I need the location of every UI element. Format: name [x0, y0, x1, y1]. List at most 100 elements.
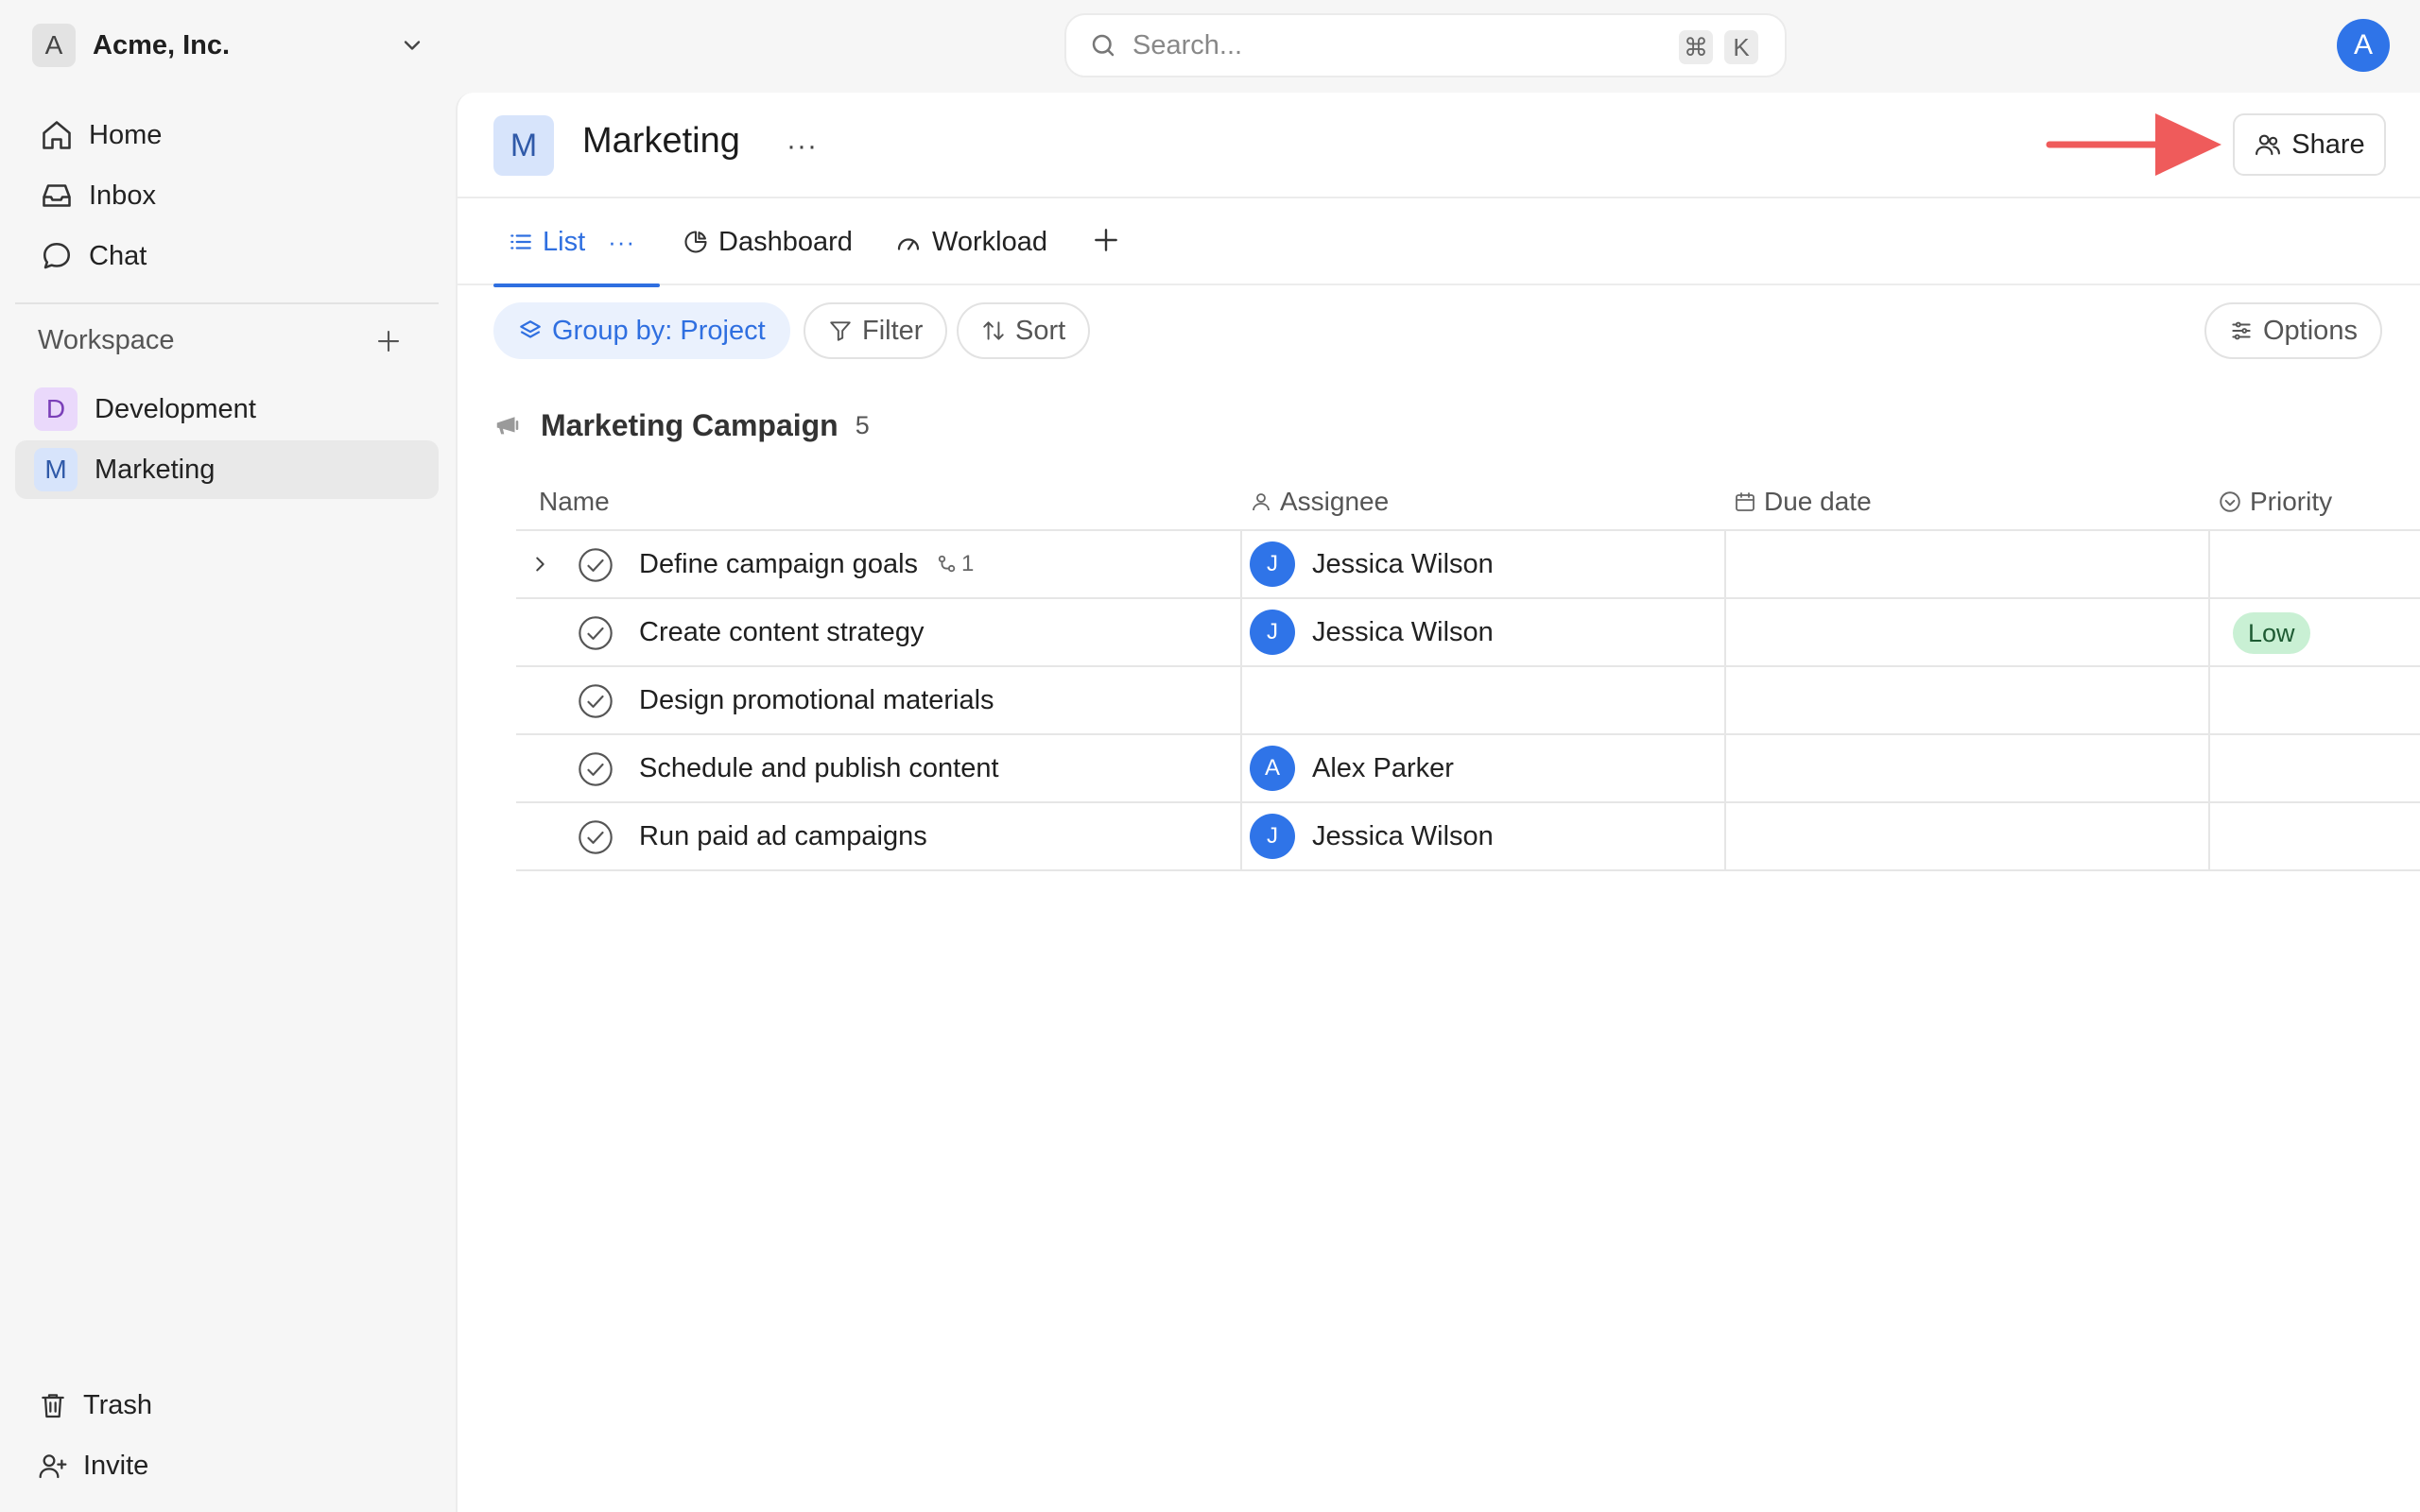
- options-label: Options: [2263, 315, 2358, 346]
- tab-workload[interactable]: Workload: [894, 198, 1047, 285]
- column-header-due-date[interactable]: Due date: [1734, 472, 1872, 531]
- column-label: Due date: [1764, 487, 1872, 516]
- assignee-cell[interactable]: J Jessica Wilson: [1250, 599, 1494, 665]
- sidebar-item-marketing[interactable]: M Marketing: [15, 440, 439, 499]
- group-header[interactable]: Marketing Campaign 5: [493, 404, 870, 446]
- sidebar-item-label: Marketing: [95, 454, 216, 485]
- user-avatar[interactable]: A: [2337, 19, 2390, 72]
- sidebar-item-chat[interactable]: Chat: [15, 228, 439, 284]
- task-table: Name Assignee Due date Priority Define c…: [516, 472, 2420, 871]
- sort-label: Sort: [1015, 315, 1066, 346]
- avatar: A: [1250, 746, 1295, 791]
- complete-checkbox[interactable]: [577, 682, 614, 720]
- task-name[interactable]: Schedule and publish content: [639, 735, 999, 801]
- megaphone-icon: [493, 411, 522, 439]
- add-project-button[interactable]: [374, 327, 403, 355]
- sidebar-item-label: Trash: [83, 1389, 153, 1420]
- subtask-icon: [937, 554, 958, 575]
- tab-label: Workload: [932, 226, 1047, 257]
- list-icon: [509, 230, 533, 254]
- complete-checkbox[interactable]: [577, 614, 614, 652]
- project-header: M Marketing ··· Share: [458, 93, 2420, 198]
- column-header-priority[interactable]: Priority: [2218, 472, 2332, 531]
- avatar: J: [1250, 610, 1295, 655]
- table-row[interactable]: Design promotional materials: [516, 667, 2420, 735]
- workspace-name: Acme, Inc.: [93, 29, 231, 60]
- task-name-text: Define campaign goals: [639, 548, 919, 579]
- sidebar-item-development[interactable]: D Development: [15, 380, 439, 438]
- tab-label: List: [543, 226, 586, 257]
- chevron-right-icon[interactable]: [529, 554, 550, 575]
- task-name[interactable]: Design promotional materials: [639, 667, 994, 733]
- sort-button[interactable]: Sort: [957, 302, 1091, 359]
- table-row[interactable]: Define campaign goals 1 J Jessica Wilson: [516, 531, 2420, 599]
- search-input[interactable]: Search... ⌘ K: [1064, 13, 1787, 77]
- users-icon: [2254, 130, 2282, 159]
- subtask-count[interactable]: 1: [937, 551, 974, 577]
- filter-button[interactable]: Filter: [804, 302, 948, 359]
- chevron-down-icon[interactable]: [399, 32, 425, 59]
- workspace-switcher[interactable]: A Acme, Inc.: [32, 19, 425, 72]
- options-button[interactable]: Options: [2204, 302, 2382, 359]
- gauge-icon: [894, 228, 923, 256]
- trash-icon: [36, 1390, 70, 1420]
- column-label: Assignee: [1280, 487, 1390, 516]
- complete-checkbox[interactable]: [577, 546, 614, 584]
- annotation-arrow-icon: [2046, 110, 2225, 180]
- tab-list-more-button[interactable]: ···: [608, 228, 635, 257]
- search-icon: [1089, 31, 1117, 60]
- project-more-button[interactable]: ···: [786, 130, 818, 163]
- sidebar-item-trash[interactable]: Trash: [15, 1377, 439, 1434]
- column-header-assignee[interactable]: Assignee: [1250, 472, 1389, 531]
- group-by-button[interactable]: Group by: Project: [493, 302, 790, 359]
- tab-dashboard[interactable]: Dashboard: [683, 198, 853, 285]
- assignee-cell[interactable]: A Alex Parker: [1250, 735, 1454, 801]
- assignee-cell[interactable]: J Jessica Wilson: [1250, 531, 1494, 597]
- add-view-button[interactable]: [1091, 225, 1121, 255]
- sidebar-item-invite[interactable]: Invite: [15, 1437, 439, 1494]
- sidebar-item-label: Development: [95, 393, 256, 424]
- assignee-cell[interactable]: J Jessica Wilson: [1250, 803, 1494, 869]
- chat-icon: [38, 239, 76, 273]
- sidebar-item-label: Chat: [89, 240, 147, 271]
- task-name[interactable]: Run paid ad campaigns: [639, 803, 927, 869]
- workspace-section-label: Workspace: [38, 325, 175, 355]
- assignee-name: Jessica Wilson: [1312, 616, 1494, 647]
- user-icon: [1250, 490, 1272, 513]
- sidebar-item-home[interactable]: Home: [15, 107, 439, 163]
- sidebar-divider: [15, 302, 439, 304]
- project-badge: D: [34, 387, 78, 431]
- inbox-icon: [38, 179, 76, 213]
- tab-list[interactable]: List ···: [493, 198, 660, 287]
- layers-icon: [518, 318, 543, 343]
- assignee-name: Alex Parker: [1312, 752, 1454, 783]
- filter-icon: [828, 318, 853, 343]
- complete-checkbox[interactable]: [577, 750, 614, 788]
- view-tabs: List ··· Dashboard Workload: [458, 198, 2420, 287]
- sidebar-item-label: Invite: [83, 1450, 149, 1481]
- table-row[interactable]: Schedule and publish content A Alex Park…: [516, 735, 2420, 803]
- table-row[interactable]: Run paid ad campaigns J Jessica Wilson: [516, 803, 2420, 871]
- task-name[interactable]: Create content strategy: [639, 599, 924, 665]
- page-title: Marketing: [582, 121, 740, 161]
- column-header-name[interactable]: Name: [539, 472, 610, 531]
- table-header-row: Name Assignee Due date Priority: [516, 472, 2420, 531]
- shortcut-mod-key: ⌘: [1679, 30, 1713, 64]
- project-badge: M: [493, 115, 554, 176]
- avatar: J: [1250, 541, 1295, 587]
- table-row[interactable]: Create content strategy J Jessica Wilson…: [516, 599, 2420, 667]
- task-name[interactable]: Define campaign goals 1: [639, 531, 974, 597]
- group-by-label: Group by: Project: [552, 315, 766, 346]
- priority-icon: [2218, 490, 2242, 514]
- complete-checkbox[interactable]: [577, 818, 614, 856]
- sort-icon: [981, 318, 1006, 343]
- priority-badge[interactable]: Low: [2233, 612, 2310, 654]
- sidebar-item-inbox[interactable]: Inbox: [15, 167, 439, 224]
- filter-label: Filter: [862, 315, 924, 346]
- share-button[interactable]: Share: [2233, 113, 2386, 176]
- invite-icon: [36, 1451, 70, 1481]
- column-label: Priority: [2250, 487, 2333, 516]
- avatar: J: [1250, 814, 1295, 859]
- assignee-name: Jessica Wilson: [1312, 548, 1494, 579]
- sidebar-item-label: Inbox: [89, 180, 156, 211]
